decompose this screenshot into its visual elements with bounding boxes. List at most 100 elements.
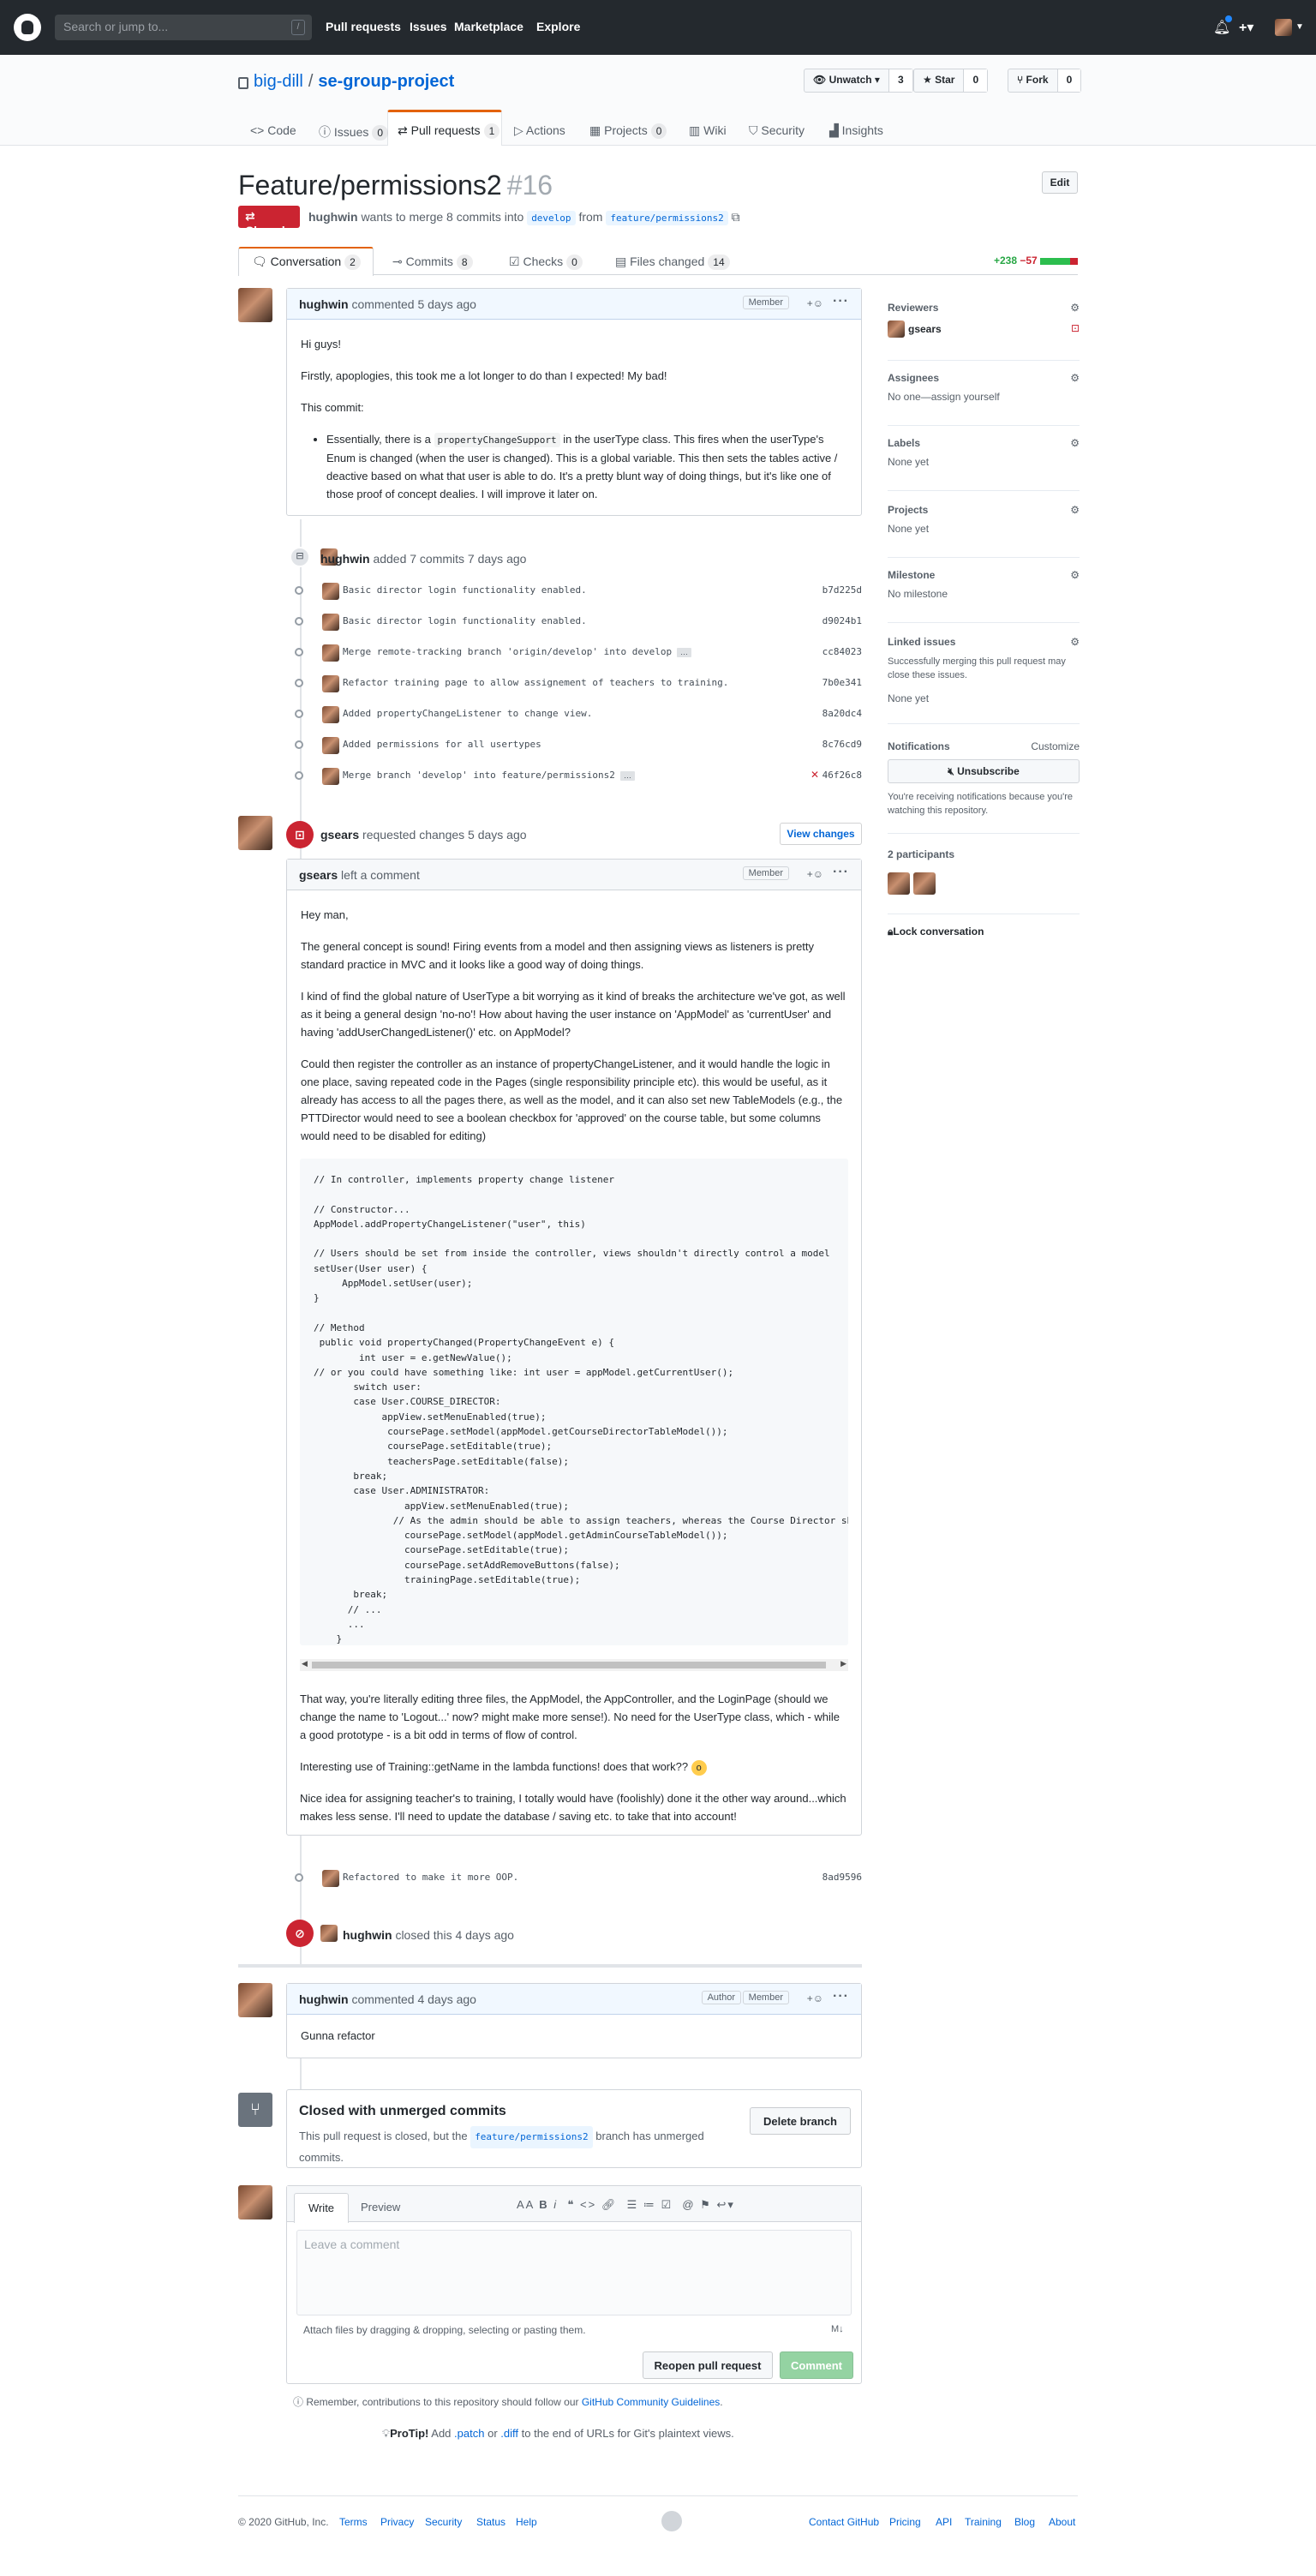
- nav-pull-requests[interactable]: Pull requests: [326, 20, 401, 33]
- lock-conversation-link[interactable]: 🔒︎Lock conversation: [888, 926, 1080, 938]
- star-button-group[interactable]: ★ Star 0: [913, 69, 989, 93]
- commit-sha[interactable]: b7d225d: [822, 584, 862, 596]
- nav-explore[interactable]: Explore: [536, 20, 580, 33]
- comment-timestamp[interactable]: commented 4 days ago: [351, 1992, 476, 2006]
- repo-owner-link[interactable]: big-dill: [254, 72, 303, 91]
- gear-icon[interactable]: ⚙: [1070, 636, 1080, 648]
- commit-row[interactable]: Merge branch 'develop' into feature/perm…: [286, 766, 862, 787]
- gear-icon[interactable]: ⚙: [1070, 569, 1080, 581]
- diffstat[interactable]: +238 −57: [994, 255, 1079, 267]
- commit-sha[interactable]: 8a20dc4: [822, 708, 862, 719]
- nav-marketplace[interactable]: Marketplace: [454, 20, 523, 33]
- footer-link-contact[interactable]: Contact GitHub: [809, 2516, 879, 2528]
- link-icon[interactable]: 🔗︎: [601, 2198, 618, 2211]
- tab-security[interactable]: ⛉ Security: [749, 123, 805, 138]
- reviewer-name[interactable]: gsears: [908, 323, 942, 335]
- gear-icon[interactable]: ⚙: [1070, 372, 1080, 384]
- commit-avatar[interactable]: [322, 675, 339, 692]
- watch-button-group[interactable]: 👁︎ Unwatch ▾ 3: [804, 69, 913, 93]
- author-avatar[interactable]: [238, 288, 272, 322]
- tab-write[interactable]: Write: [294, 2193, 349, 2223]
- comment-textarea[interactable]: Leave a comment: [296, 2230, 852, 2315]
- gear-icon[interactable]: ⚙: [1070, 437, 1080, 449]
- kebab-menu-icon[interactable]: ···: [833, 865, 849, 880]
- repo-name-link[interactable]: se-group-project: [318, 72, 454, 91]
- markdown-icon[interactable]: M↓: [831, 2324, 844, 2334]
- tab-files-changed[interactable]: ▤ Files changed 14: [615, 255, 730, 270]
- footer-link-pricing[interactable]: Pricing: [889, 2516, 921, 2528]
- task-list-icon[interactable]: ☑: [661, 2198, 673, 2211]
- gear-icon[interactable]: ⚙: [1070, 504, 1080, 516]
- commit-message[interactable]: Basic director login functionality enabl…: [343, 584, 587, 596]
- tab-preview[interactable]: Preview: [361, 2201, 400, 2214]
- gear-icon[interactable]: ⚙: [1070, 302, 1080, 314]
- copy-icon[interactable]: ⧉: [732, 210, 740, 224]
- commit-message[interactable]: Refactored to make it more OOP.: [343, 1872, 518, 1883]
- view-changes-button[interactable]: View changes: [780, 823, 862, 845]
- heading-icon[interactable]: AA: [517, 2198, 535, 2211]
- unwatch-button[interactable]: 👁︎ Unwatch ▾: [805, 69, 889, 92]
- ordered-list-icon[interactable]: ≔: [643, 2198, 656, 2211]
- footer-link-training[interactable]: Training: [965, 2516, 1002, 2528]
- nav-issues[interactable]: Issues: [410, 20, 447, 33]
- footer-link-api[interactable]: API: [936, 2516, 952, 2528]
- current-user-avatar[interactable]: [238, 2185, 272, 2220]
- patch-link[interactable]: .patch: [454, 2427, 484, 2440]
- reviewer-avatar[interactable]: [888, 321, 905, 338]
- kebab-menu-icon[interactable]: ···: [833, 294, 849, 309]
- commit-sha[interactable]: 8ad9596: [822, 1872, 862, 1883]
- mention-icon[interactable]: @: [682, 2198, 695, 2211]
- unmerged-branch[interactable]: feature/permissions2: [470, 2126, 593, 2148]
- footer-link-terms[interactable]: Terms: [339, 2516, 368, 2528]
- scroll-left-icon[interactable]: ◀: [302, 1659, 308, 1668]
- footer-link-privacy[interactable]: Privacy: [380, 2516, 414, 2528]
- closer-avatar[interactable]: [320, 1925, 338, 1942]
- star-button[interactable]: ★ Star: [914, 69, 965, 92]
- commit-sha[interactable]: 46f26c8: [822, 770, 862, 781]
- labels-heading[interactable]: Labels: [888, 437, 1080, 449]
- commit-sha[interactable]: 7b0e341: [822, 677, 862, 688]
- tab-checks[interactable]: ☑ Checks 0: [509, 255, 583, 270]
- commit-row[interactable]: Added propertyChangeListener to change v…: [286, 704, 862, 725]
- commit-message[interactable]: Added propertyChangeListener to change v…: [343, 708, 592, 719]
- commit-message[interactable]: Basic director login functionality enabl…: [343, 615, 587, 626]
- commit-avatar[interactable]: [322, 644, 339, 662]
- commit-row[interactable]: Basic director login functionality enabl…: [286, 612, 862, 632]
- delete-branch-button[interactable]: Delete branch: [750, 2107, 851, 2135]
- commit-sha[interactable]: 8c76cd9: [822, 739, 862, 750]
- tab-issues[interactable]: ⓘ Issues 0: [319, 123, 389, 141]
- unordered-list-icon[interactable]: ☰: [627, 2198, 639, 2211]
- add-reaction-icon[interactable]: +☺: [807, 868, 823, 880]
- reopen-pr-button[interactable]: Reopen pull request: [643, 2351, 773, 2379]
- fork-button[interactable]: ⑂ Fork: [1008, 69, 1058, 92]
- unsubscribe-button[interactable]: 🔇︎ Unsubscribe: [888, 759, 1080, 783]
- build-failed-icon[interactable]: ✕: [811, 769, 819, 781]
- search-input[interactable]: Search or jump to... /: [55, 15, 312, 40]
- head-branch[interactable]: feature/permissions2: [606, 211, 728, 225]
- edit-title-button[interactable]: Edit: [1042, 171, 1078, 194]
- commit-message[interactable]: Added permissions for all usertypes: [343, 739, 541, 750]
- attach-files-text[interactable]: Attach files by dragging & dropping, sel…: [303, 2324, 586, 2336]
- guidelines-link[interactable]: GitHub Community Guidelines: [582, 2396, 720, 2408]
- comment-timestamp[interactable]: commented 5 days ago: [351, 297, 476, 311]
- footer-link-help[interactable]: Help: [516, 2516, 537, 2528]
- code-icon[interactable]: <>: [580, 2198, 596, 2211]
- user-avatar[interactable]: [1275, 19, 1292, 36]
- comment-button[interactable]: Comment: [780, 2351, 853, 2379]
- commit-row[interactable]: Refactored to make it more OOP. 8ad9596: [286, 1868, 862, 1889]
- tab-pull-requests[interactable]: ⇄ Pull requests 1: [398, 123, 500, 139]
- milestone-heading[interactable]: Milestone: [888, 569, 1080, 581]
- tab-commits[interactable]: ⊸ Commits 8: [392, 255, 473, 270]
- tab-actions[interactable]: ▷ Actions: [514, 123, 565, 138]
- linked-issues-heading[interactable]: Linked issues: [888, 636, 1080, 648]
- commit-row[interactable]: Merge remote-tracking branch 'origin/dev…: [286, 643, 862, 663]
- github-mark-icon[interactable]: [661, 2511, 682, 2531]
- chevron-down-icon[interactable]: ▼: [1295, 22, 1304, 32]
- scroll-right-icon[interactable]: ▶: [840, 1659, 846, 1668]
- footer-link-security[interactable]: Security: [425, 2516, 462, 2528]
- github-logo-icon[interactable]: [14, 14, 41, 41]
- commit-message[interactable]: Merge remote-tracking branch 'origin/dev…: [343, 646, 672, 657]
- assignees-heading[interactable]: Assignees: [888, 372, 1080, 384]
- tab-code[interactable]: <> Code: [250, 123, 296, 137]
- bookmark-icon[interactable]: ⚑: [700, 2198, 712, 2211]
